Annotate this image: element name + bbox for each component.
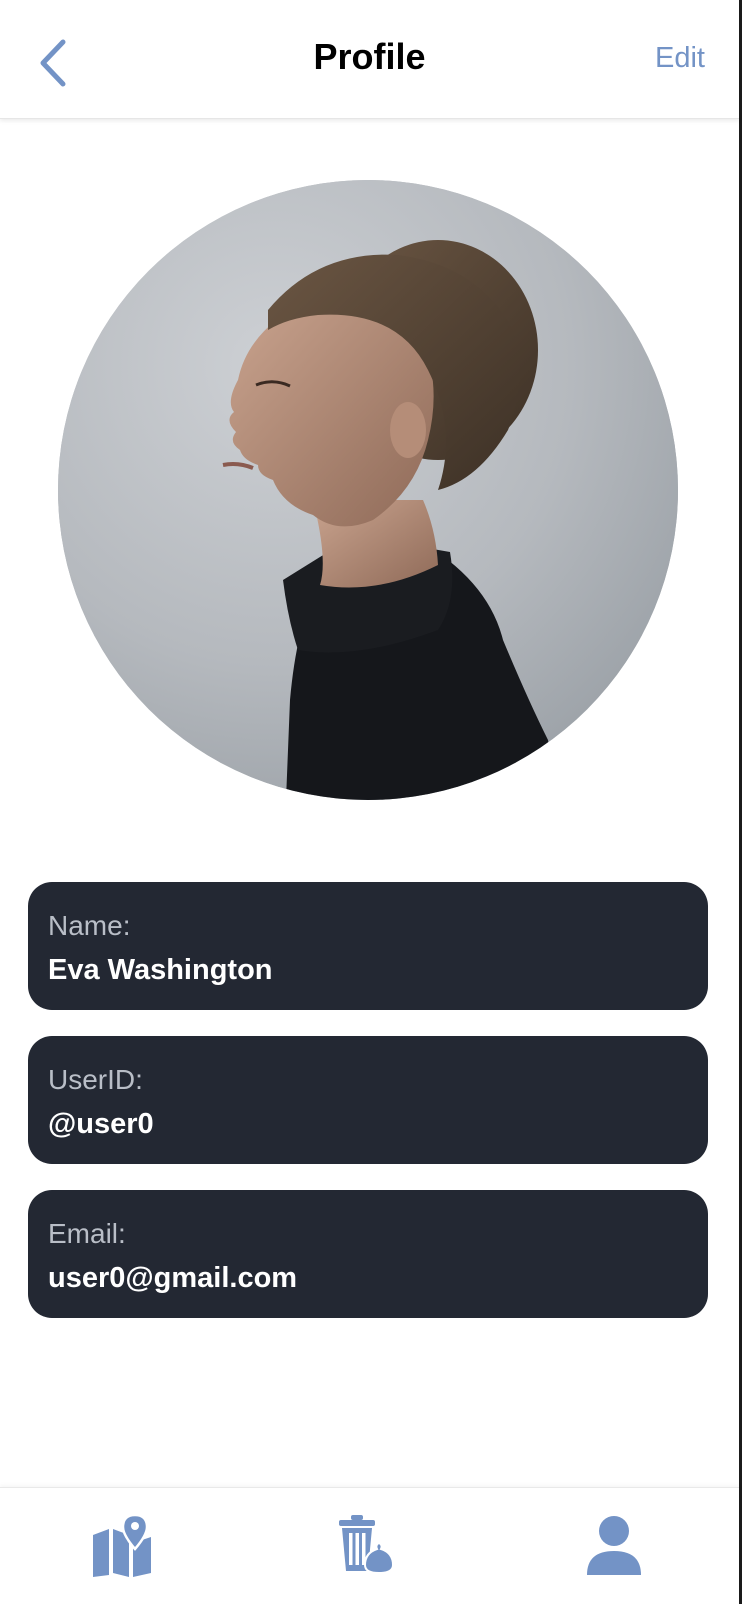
user-icon xyxy=(587,1516,641,1575)
userid-value: @user0 xyxy=(48,1108,154,1140)
nav-trash[interactable] xyxy=(326,1508,406,1584)
email-label: Email: xyxy=(48,1218,126,1249)
email-card: Email: user0@gmail.com xyxy=(28,1190,708,1318)
name-value: Eva Washington xyxy=(48,954,273,986)
profile-avatar xyxy=(58,180,678,800)
bottom-navigation xyxy=(0,1487,739,1605)
trash-bag-icon xyxy=(339,1515,395,1575)
nav-profile[interactable] xyxy=(574,1508,654,1584)
name-card: Name: Eva Washington xyxy=(28,882,708,1010)
userid-label: UserID: xyxy=(48,1064,143,1095)
nav-map[interactable] xyxy=(82,1508,162,1584)
userid-card: UserID: @user0 xyxy=(28,1036,708,1164)
page-title: Profile xyxy=(313,36,426,77)
email-value: user0@gmail.com xyxy=(48,1262,298,1294)
name-label: Name: xyxy=(48,910,131,941)
map-pin-icon xyxy=(93,1513,151,1577)
edit-button[interactable]: Edit xyxy=(655,42,705,75)
profile-photo xyxy=(58,180,678,800)
header-bar: Profile Edit xyxy=(0,0,739,119)
